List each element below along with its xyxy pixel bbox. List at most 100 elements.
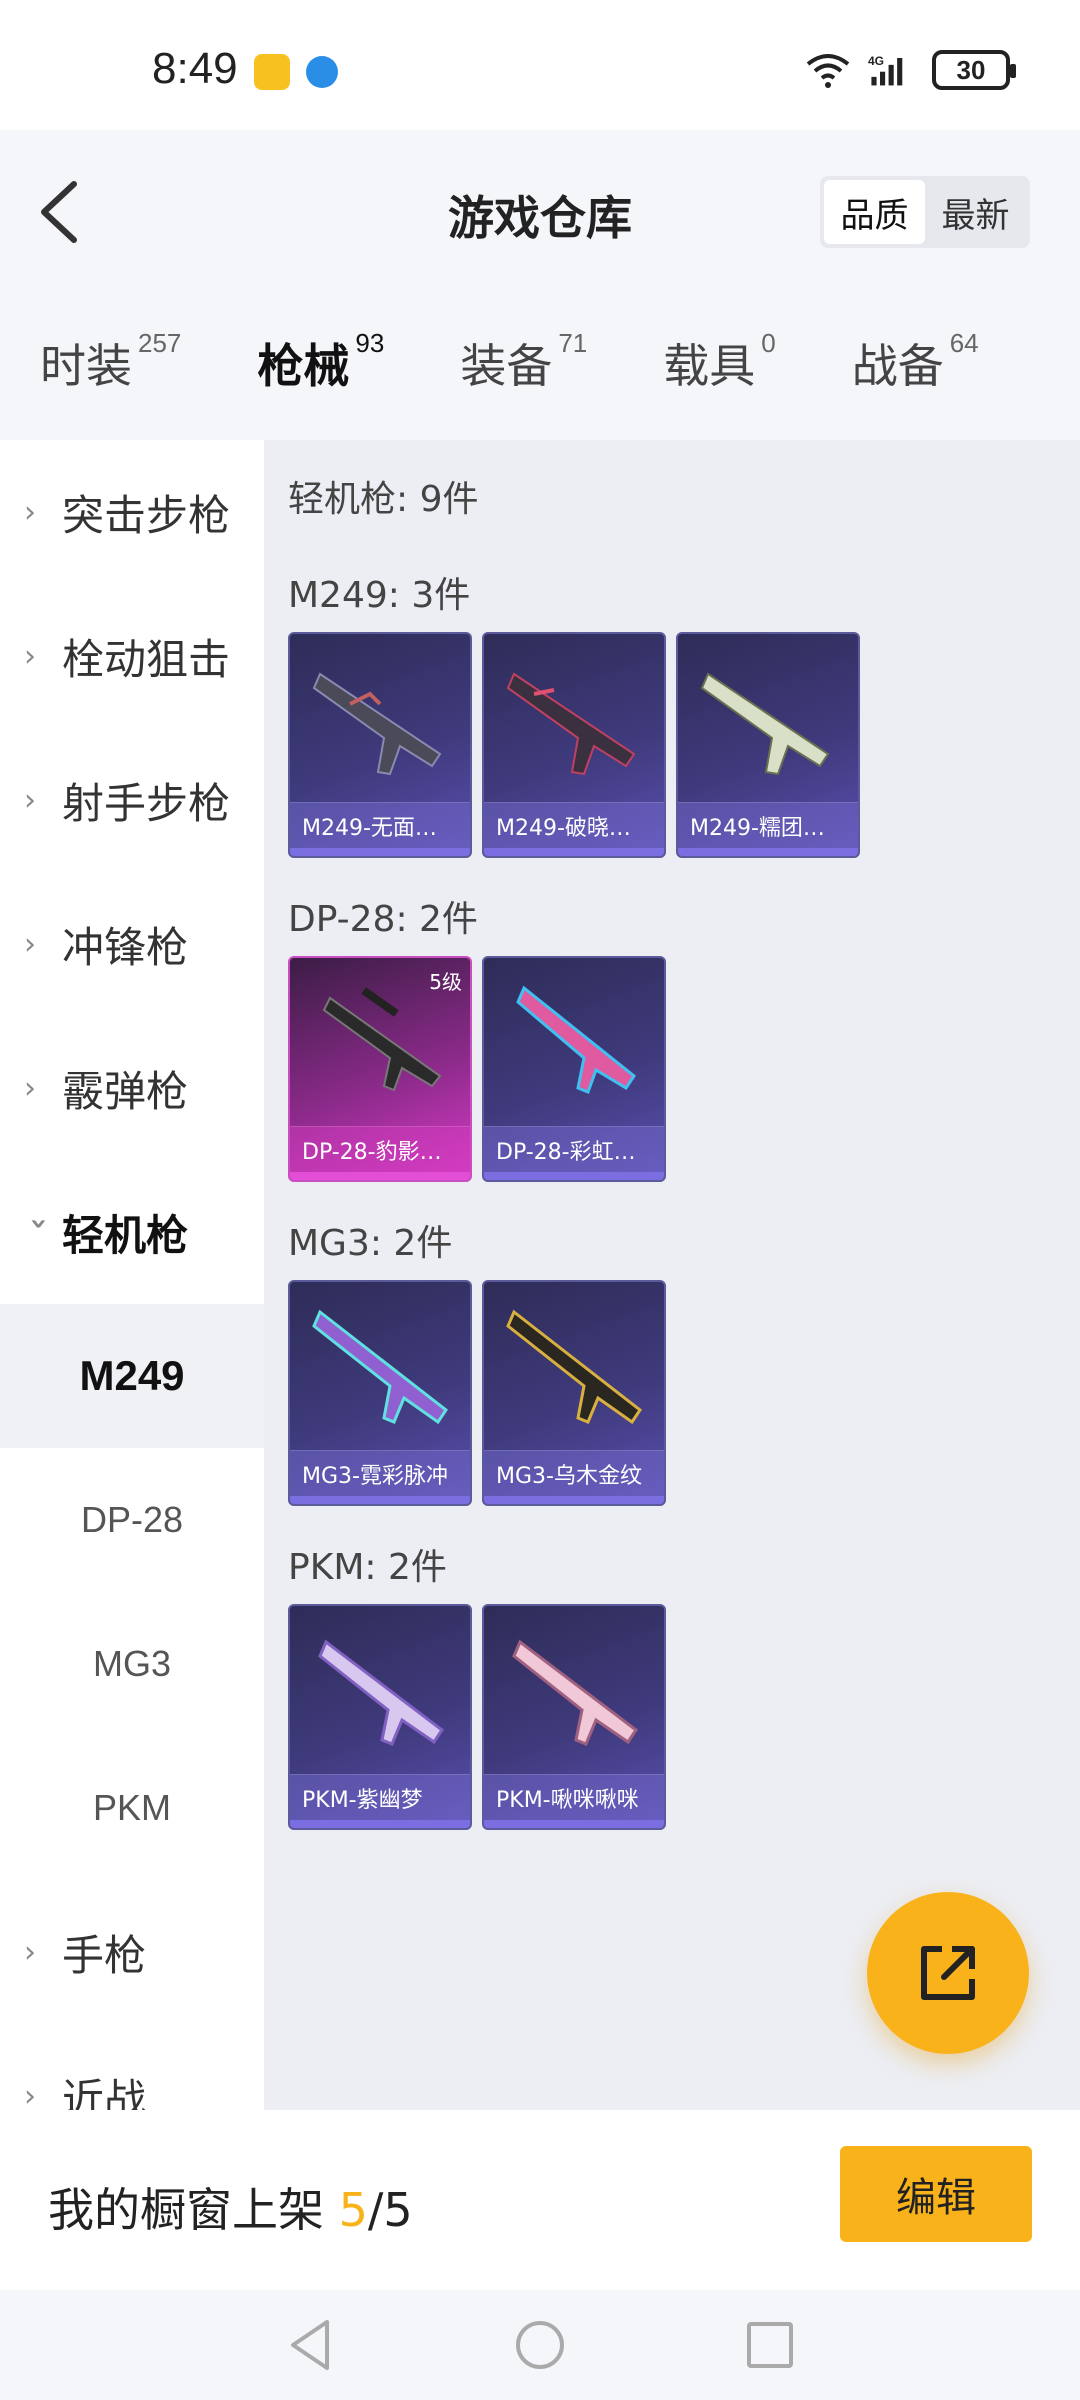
sidebar-item-lmg[interactable]: › 轻机枪 (0, 1160, 264, 1304)
tab-firearms[interactable]: 枪械 93 (257, 328, 385, 455)
sidebar-subitem-m249[interactable]: M249 (0, 1304, 264, 1448)
edit-button[interactable]: 编辑 (840, 2146, 1032, 2242)
rarity-line (290, 1496, 470, 1504)
tab-count: 64 (949, 328, 979, 358)
group-title-mg3: MG3: 2件 (288, 1223, 453, 1264)
gun-image-icon (312, 1309, 449, 1425)
network-type-label: 4G (868, 54, 884, 68)
rarity-line (484, 1820, 664, 1828)
sidebar-item-label: 射手步枪 (62, 778, 231, 828)
gun-image-icon (318, 1639, 445, 1746)
sidebar-item-label: 栓动狙击 (62, 634, 231, 684)
skin-card[interactable]: PKM-紫幽梦 (288, 1604, 472, 1830)
weapon-category-sidebar: › 突击步枪 › 栓动狙击 › 射手步枪 › 冲锋枪 › 霰弹枪 › 轻机枪 M249 DP… (0, 440, 264, 2110)
sidebar-item-assault-rifle[interactable]: › 突击步枪 (0, 440, 264, 584)
nav-recents-icon[interactable] (735, 2310, 805, 2380)
section-title: 轻机枪: 9件 (288, 479, 479, 520)
skin-name: DP-28-彩虹… (484, 1126, 664, 1172)
sidebar-item-marksman-rifle[interactable]: › 射手步枪 (0, 728, 264, 872)
chevron-right-icon: › (24, 1934, 36, 1970)
gun-image-icon (312, 672, 442, 776)
sort-quality-button[interactable]: 品质 (824, 180, 925, 244)
skin-name: MG3-霓彩脉冲 (290, 1450, 470, 1496)
gun-image-icon (506, 672, 636, 776)
skin-card[interactable]: MG3-乌木金纹 (482, 1280, 666, 1506)
skin-card[interactable]: DP-28-彩虹… (482, 956, 666, 1182)
chevron-right-icon: › (24, 2078, 36, 2111)
sidebar-item-shotgun[interactable]: › 霰弹枪 (0, 1016, 264, 1160)
tab-label: 战备 (851, 339, 944, 393)
tab-count: 93 (355, 328, 385, 358)
tab-equipment[interactable]: 装备 71 (460, 328, 588, 400)
tab-vehicles[interactable]: 载具 0 (663, 328, 775, 400)
skin-name: PKM-紫幽梦 (290, 1774, 470, 1820)
status-time: 8:49 (152, 44, 238, 93)
rarity-line (484, 1172, 664, 1180)
tab-count: 71 (558, 328, 588, 358)
card-row-pkm: PKM-紫幽梦 PKM-啾咪啾咪 (288, 1604, 666, 1830)
card-row-dp28: 5级 DP-28-豹影… DP-28-彩虹… (288, 956, 666, 1182)
gun-image-icon (516, 985, 637, 1094)
skin-card[interactable]: M249-破晓… (482, 632, 666, 858)
sidebar-item-label: 突击步枪 (62, 490, 231, 540)
sidebar-subitem-dp28[interactable]: DP-28 (0, 1448, 264, 1592)
sidebar-subitem-mg3[interactable]: MG3 (0, 1592, 264, 1736)
tab-label: 枪械 (257, 339, 350, 393)
skin-card[interactable]: PKM-啾咪啾咪 (482, 1604, 666, 1830)
sidebar-item-bolt-sniper[interactable]: › 栓动狙击 (0, 584, 264, 728)
sidebar-item-label: 冲锋枪 (62, 922, 189, 972)
rarity-line (290, 1172, 470, 1180)
skin-name: M249-无面… (290, 802, 470, 848)
skin-name: M249-糯团… (678, 802, 858, 848)
tab-fashion[interactable]: 时装 257 (40, 328, 182, 400)
card-row-mg3: MG3-霓彩脉冲 MG3-乌木金纹 (288, 1280, 666, 1506)
showcase-current: 5 (338, 2183, 368, 2237)
rarity-line (290, 1820, 470, 1828)
showcase-label: 我的橱窗上架 (48, 2183, 339, 2237)
sidebar-item-smg[interactable]: › 冲锋枪 (0, 872, 264, 1016)
status-bar: 8:49 4G 30 (0, 0, 1080, 130)
gun-image-icon (700, 672, 830, 776)
skin-card[interactable]: M249-糯团… (676, 632, 860, 858)
skin-name: MG3-乌木金纹 (484, 1450, 664, 1496)
tab-label: 载具 (663, 339, 756, 393)
sort-newest-button[interactable]: 最新 (925, 180, 1026, 244)
header: 游戏仓库 品质 最新 (0, 130, 1080, 290)
nav-back-icon[interactable] (275, 2310, 345, 2380)
rarity-line (290, 848, 470, 856)
notification-app-icon (254, 54, 290, 90)
sidebar-item-melee[interactable]: › 近战 (0, 2024, 264, 2111)
system-nav-bar (0, 2290, 1080, 2400)
rarity-line (678, 848, 858, 856)
chevron-right-icon: › (24, 638, 36, 674)
skin-card[interactable]: MG3-霓彩脉冲 (288, 1280, 472, 1506)
rarity-line (484, 848, 664, 856)
chevron-right-icon: › (24, 926, 36, 962)
signal-icon: 4G (868, 54, 903, 86)
sidebar-item-label: 近战 (62, 2074, 147, 2111)
category-tabs: 时装 257 枪械 93 装备 71 载具 0 战备 64 (0, 290, 1080, 455)
tab-label: 时装 (40, 339, 132, 393)
battery-indicator: 30 (932, 50, 1016, 90)
notification-browser-icon (306, 56, 338, 88)
skin-card[interactable]: 5级 DP-28-豹影… (288, 956, 472, 1182)
sidebar-item-label: 轻机枪 (62, 1210, 189, 1260)
tab-count: 257 (138, 328, 182, 358)
skin-name: PKM-啾咪啾咪 (484, 1774, 664, 1820)
nav-home-icon[interactable] (505, 2310, 575, 2380)
tab-label: 装备 (460, 339, 553, 393)
sidebar-subitem-pkm[interactable]: PKM (0, 1736, 264, 1880)
group-title-m249: M249: 3件 (288, 575, 471, 616)
tab-supplies[interactable]: 战备 64 (851, 328, 979, 400)
sidebar-item-label: 手枪 (62, 1930, 147, 1980)
card-row-m249: M249-无面… M249-破晓… M249-糯团… (288, 632, 860, 858)
skin-name: DP-28-豹影… (290, 1126, 470, 1172)
showcase-bar: 我的橱窗上架 5/5 编辑 (0, 2110, 1080, 2290)
share-fab-button[interactable] (867, 1892, 1029, 2054)
chevron-down-icon: › (21, 1217, 57, 1230)
wifi-icon (806, 54, 850, 88)
sidebar-item-pistol[interactable]: › 手枪 (0, 1880, 264, 2024)
skin-card[interactable]: M249-无面… (288, 632, 472, 858)
sidebar-item-label: 霰弹枪 (62, 1066, 189, 1116)
chevron-right-icon: › (24, 1070, 36, 1106)
